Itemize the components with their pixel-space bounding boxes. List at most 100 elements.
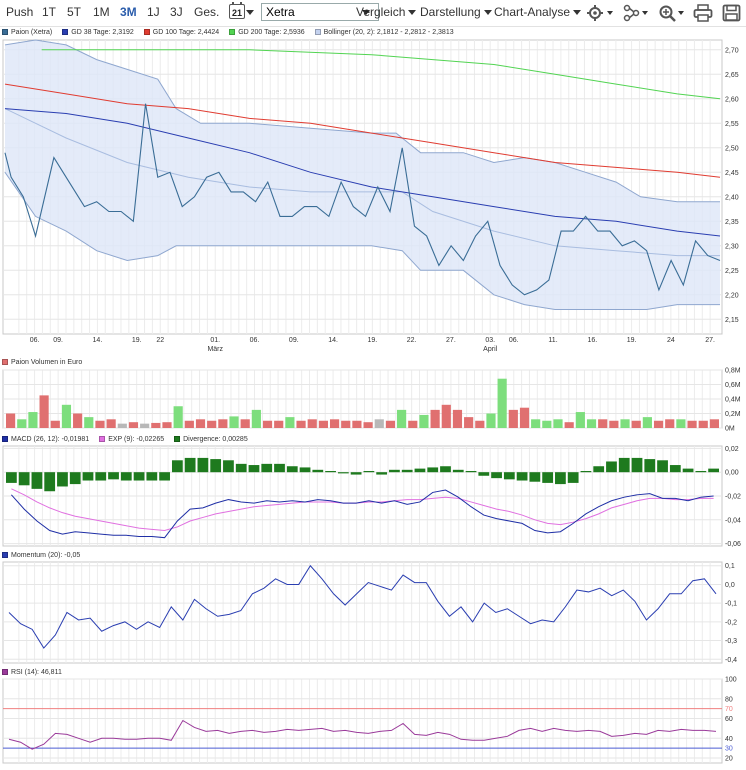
y-tick-label: 2,50 (725, 145, 739, 152)
volume-bar (296, 420, 306, 428)
divergence-bar (120, 472, 132, 481)
y-tick-label: 0M (725, 426, 735, 433)
divergence-bar (376, 472, 388, 475)
divergence-bar (274, 463, 285, 473)
legend-item-gd200[interactable]: GD 200 Tage: 2,5936 (229, 29, 305, 36)
volume-bar (665, 419, 675, 428)
divergence-bar (631, 457, 643, 473)
divergence-bar (184, 457, 196, 473)
volume-bar (352, 420, 362, 428)
y-tick-label: 0,1 (725, 563, 735, 570)
volume-bar (631, 420, 641, 428)
volume-bar (229, 416, 239, 428)
volume-bar (106, 419, 116, 428)
x-tick-label: 03. (485, 337, 495, 344)
volume-bar (531, 419, 541, 428)
legend-item-divergence[interactable]: Divergence: 0,00285 (174, 436, 248, 443)
legend-label-gd100: GD 100 Tage: 2,4424 (152, 29, 220, 36)
volume-bar (385, 420, 396, 428)
y-tick-label: 2,25 (725, 268, 739, 275)
divergence-bar (657, 460, 668, 473)
divergence-bar (567, 472, 579, 483)
panel-frame (2, 678, 723, 764)
legend-label-gd200: GD 200 Tage: 2,5936 (238, 29, 305, 36)
legend-swatch-divergence (174, 436, 181, 442)
divergence-bar (555, 472, 566, 485)
volume-bar (73, 413, 83, 428)
divergence-bar (503, 472, 515, 480)
divergence-bar (401, 469, 413, 473)
divergence-bar (18, 472, 30, 486)
volume-bar (653, 420, 664, 428)
volume-bar (419, 414, 429, 428)
divergence-bar (389, 469, 400, 473)
volume-bar (240, 419, 250, 428)
divergence-bar (516, 472, 528, 481)
y-tick-label: 0,02 (725, 446, 739, 453)
divergence-bar (708, 468, 719, 473)
divergence-bar (31, 472, 43, 489)
volume-bar (6, 413, 16, 428)
legend-label-rsi: RSI (14): 46,811 (11, 669, 62, 676)
divergence-bar (312, 469, 324, 473)
x-tick-label: 19. (367, 337, 377, 344)
legend-item-price[interactable]: Paion (Xetra) (2, 29, 52, 36)
volume-bar (128, 422, 139, 428)
divergence-bar (210, 459, 222, 473)
volume-bar (341, 420, 351, 428)
legend-item-gd38[interactable]: GD 38 Tage: 2,3192 (62, 29, 134, 36)
y-tick-label: 0,0 (725, 582, 735, 589)
volume-bar (195, 419, 206, 428)
volume-bar (274, 420, 284, 428)
volume-bar (676, 419, 686, 428)
volume-bar (430, 409, 440, 428)
divergence-bar (146, 472, 158, 481)
panel-frame (2, 561, 723, 664)
legend-item-momentum[interactable]: Momentum (20): -0,05 (2, 552, 80, 559)
divergence-bar (159, 472, 170, 481)
legend-item-exp[interactable]: EXP (9): -0,02265 (99, 436, 164, 443)
volume-bar (598, 419, 608, 428)
legend-item-gd100[interactable]: GD 100 Tage: 2,4424 (143, 29, 220, 36)
legend-item-rsi[interactable]: RSI (14): 46,811 (2, 669, 62, 676)
legend-momentum: Momentum (20): -0,05 (2, 552, 90, 562)
volume-bar (709, 419, 719, 428)
legend-item-bollinger[interactable]: Bollinger (20, 2): 2,1812 - 2,2812 - 2,3… (314, 29, 454, 36)
divergence-bar (223, 460, 234, 473)
x-tick-month-label: April (483, 346, 497, 353)
volume-bar (553, 419, 563, 428)
y-tick-label: 100 (725, 677, 737, 684)
volume-bar (218, 419, 228, 428)
volume-bar (151, 422, 161, 428)
volume-bar (140, 423, 150, 428)
legend-swatch-price (2, 29, 8, 35)
x-tick-label: 06. (509, 337, 519, 344)
volume-bar (285, 417, 295, 428)
y-tick-label: -0,02 (725, 494, 741, 501)
divergence-bar (529, 472, 541, 482)
divergence-bar (95, 472, 107, 481)
volume-bar (28, 412, 38, 428)
x-tick-label: 14. (328, 337, 338, 344)
divergence-bar (44, 472, 56, 492)
legend-item-volume[interactable]: Paion Volumen in Euro (2, 359, 82, 366)
volume-bar (318, 420, 328, 428)
y-tick-label: 2,70 (725, 47, 739, 54)
volume-bar (698, 420, 708, 428)
volume-bar (50, 420, 60, 428)
y-tick-label: 2,60 (725, 96, 739, 103)
legend-macd: MACD (26, 12): -0,01981 EXP (9): -0,02265… (2, 436, 258, 446)
x-tick-label: 16. (587, 337, 597, 344)
legend-swatch-exp (99, 436, 106, 442)
volume-bar (452, 409, 463, 428)
legend-item-macd[interactable]: MACD (26, 12): -0,01981 (2, 436, 89, 443)
y-tick-label: -0,2 (725, 619, 737, 626)
divergence-bar (299, 467, 311, 473)
x-tick-label: 11. (548, 337, 557, 344)
x-tick-label: 06. (250, 337, 260, 344)
volume-bar (575, 412, 585, 428)
y-tick-label: 2,55 (725, 121, 739, 128)
y-tick-label: 0,8M (725, 368, 741, 375)
legend-label-divergence: Divergence: 0,00285 (183, 436, 248, 443)
volume-bar (542, 420, 552, 428)
